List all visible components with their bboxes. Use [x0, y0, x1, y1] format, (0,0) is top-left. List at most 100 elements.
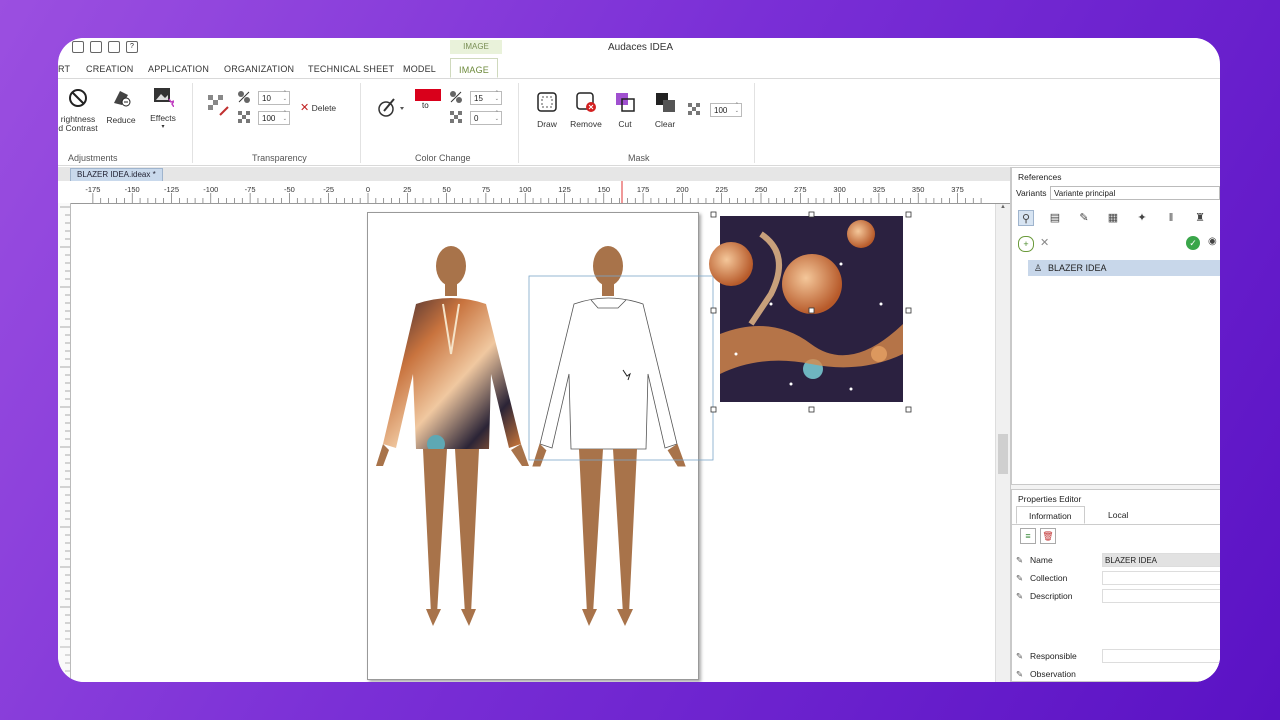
- ruler-tick-label: -75: [244, 185, 256, 194]
- add-reference-icon[interactable]: +: [1018, 236, 1034, 252]
- pin-icon[interactable]: ✎: [1016, 666, 1030, 682]
- pin-icon[interactable]: ✎: [1016, 552, 1030, 568]
- opacity-icon: [238, 111, 250, 123]
- design-canvas[interactable]: [71, 204, 995, 682]
- tab-start[interactable]: RT: [58, 64, 70, 74]
- property-label: Observation: [1030, 669, 1076, 679]
- delete-property-icon[interactable]: 🗑: [1040, 528, 1056, 544]
- model-front-with-print[interactable]: [376, 246, 529, 626]
- property-label: Collection: [1030, 573, 1068, 583]
- attachment-icon[interactable]: ✎: [1076, 210, 1092, 226]
- effects-label: Effects: [150, 113, 176, 123]
- color-tolerance-input[interactable]: 15: [470, 90, 502, 105]
- tab-creation[interactable]: CREATION: [86, 64, 133, 74]
- ruler-tick-label: 150: [597, 185, 611, 194]
- model-back-outline[interactable]: [532, 246, 686, 626]
- vertical-ruler: [58, 203, 71, 682]
- property-name-value[interactable]: BLAZER IDEA: [1102, 553, 1220, 567]
- clear-mask-icon: [656, 93, 675, 112]
- delete-button[interactable]: ✕ Delete: [300, 101, 340, 114]
- property-responsible-value[interactable]: [1102, 649, 1220, 663]
- transparency-tolerance-input[interactable]: 10: [258, 90, 290, 105]
- mask-opacity-input[interactable]: 100: [710, 102, 742, 117]
- ruler-tick-label: 125: [558, 185, 571, 194]
- tab-information[interactable]: Information: [1016, 506, 1085, 524]
- brightness-contrast-button[interactable]: rightness d Contrast: [58, 87, 98, 133]
- tab-application[interactable]: APPLICATION: [148, 64, 209, 74]
- context-tab-label: IMAGE: [450, 40, 502, 54]
- ruler-tick-label: 250: [754, 185, 768, 194]
- garment-icon[interactable]: ✦: [1134, 210, 1150, 226]
- remove-label: Remove: [570, 119, 602, 129]
- add-property-icon[interactable]: ≡: [1020, 528, 1036, 544]
- mask-clear-button[interactable]: Clear: [648, 91, 682, 129]
- group-divider: [754, 83, 755, 163]
- color-offset-input[interactable]: 0: [470, 110, 502, 125]
- effects-icon: [154, 88, 176, 108]
- color-picker-icon[interactable]: [376, 95, 406, 119]
- variants-select[interactable]: Variante principal: [1050, 186, 1220, 200]
- pin-icon[interactable]: ✎: [1016, 570, 1030, 586]
- ruler-tick-label: 100: [518, 185, 532, 194]
- references-toolbar: ⚲ ▤ ✎ ▦ ✦ ‖ ♜: [1018, 210, 1208, 226]
- mask-cut-button[interactable]: Cut: [610, 91, 640, 129]
- remove-reference-icon[interactable]: ✕: [1040, 236, 1049, 249]
- document-tab-blazer-idea[interactable]: BLAZER IDEA.ideax *: [70, 168, 163, 182]
- reduce-button[interactable]: Reduce: [104, 87, 138, 125]
- tab-model[interactable]: MODEL: [403, 64, 436, 74]
- transparency-picker-icon[interactable]: [206, 93, 230, 117]
- tab-local[interactable]: Local: [1108, 510, 1128, 520]
- ruler-tick-label: 275: [794, 185, 807, 194]
- delete-label: Delete: [311, 103, 337, 113]
- transparency-opacity-input[interactable]: 100: [258, 110, 290, 125]
- horizontal-ruler: -175 -150 -125 -100 -75 -50 -25 0 25 50 75 100 125 15…: [58, 181, 1010, 204]
- document-icon[interactable]: ▤: [1047, 210, 1063, 226]
- scroll-up-icon[interactable]: ▲: [996, 204, 1010, 210]
- canvas-vertical-scrollbar[interactable]: ▲: [995, 204, 1010, 682]
- property-row-name: ✎ Name BLAZER IDEA: [1016, 552, 1220, 568]
- mask-remove-button[interactable]: Remove: [568, 91, 604, 129]
- help-icon[interactable]: ?: [126, 41, 138, 53]
- title-bar: ? IMAGE Audaces IDEA: [58, 38, 1220, 58]
- reference-item[interactable]: ♙ BLAZER IDEA: [1028, 260, 1220, 276]
- print-icon[interactable]: [108, 41, 120, 53]
- mask-draw-button[interactable]: Draw: [530, 91, 564, 129]
- tab-technical-sheet[interactable]: TECHNICAL SHEET: [308, 64, 394, 74]
- ruler-tick-label: -100: [203, 185, 219, 194]
- save-icon[interactable]: [90, 41, 102, 53]
- group-divider: [360, 83, 361, 163]
- scrollbar-thumb[interactable]: [998, 434, 1008, 474]
- property-collection-value[interactable]: [1102, 571, 1220, 585]
- tab-image[interactable]: IMAGE: [450, 58, 499, 78]
- delete-icon: ✕: [300, 102, 310, 114]
- reference-model-icon[interactable]: ⚲: [1018, 210, 1034, 226]
- ruler-tick-label: 75: [481, 185, 491, 194]
- space-print-image[interactable]: [709, 216, 903, 402]
- ruler-tick-label: 50: [442, 185, 451, 194]
- property-row-observation: ✎ Observation: [1016, 666, 1220, 682]
- bottle-icon[interactable]: ‖: [1163, 210, 1179, 226]
- canvas-artwork: [376, 211, 912, 626]
- shirt-icon[interactable]: ♜: [1192, 210, 1208, 226]
- confirm-icon[interactable]: ✓: [1186, 236, 1200, 250]
- pin-icon[interactable]: ✎: [1016, 588, 1030, 604]
- brightness-icon: [69, 89, 87, 107]
- mask-opacity-icon: [688, 103, 700, 115]
- variants-label: Variants: [1016, 188, 1047, 198]
- effects-button[interactable]: Effects ▾: [146, 85, 180, 130]
- brightness-label: rightness d Contrast: [58, 114, 98, 133]
- tab-organization[interactable]: ORGANIZATION: [224, 64, 294, 74]
- target-color-swatch[interactable]: [415, 89, 441, 101]
- ruler-tick-label: 375: [951, 185, 964, 194]
- property-description-value[interactable]: [1102, 589, 1220, 603]
- vertical-ruler-ticks: [60, 206, 70, 680]
- sheet-icon[interactable]: ▦: [1105, 210, 1121, 226]
- color-change-group-label: Color Change: [415, 153, 471, 163]
- tolerance-icon: [238, 91, 250, 103]
- visibility-icon[interactable]: ◉: [1208, 236, 1217, 247]
- open-icon[interactable]: [72, 41, 84, 53]
- reduce-icon: [114, 91, 131, 107]
- ruler-tick-label: 325: [872, 185, 886, 194]
- pin-icon[interactable]: ✎: [1016, 648, 1030, 664]
- property-label: Responsible: [1030, 651, 1077, 661]
